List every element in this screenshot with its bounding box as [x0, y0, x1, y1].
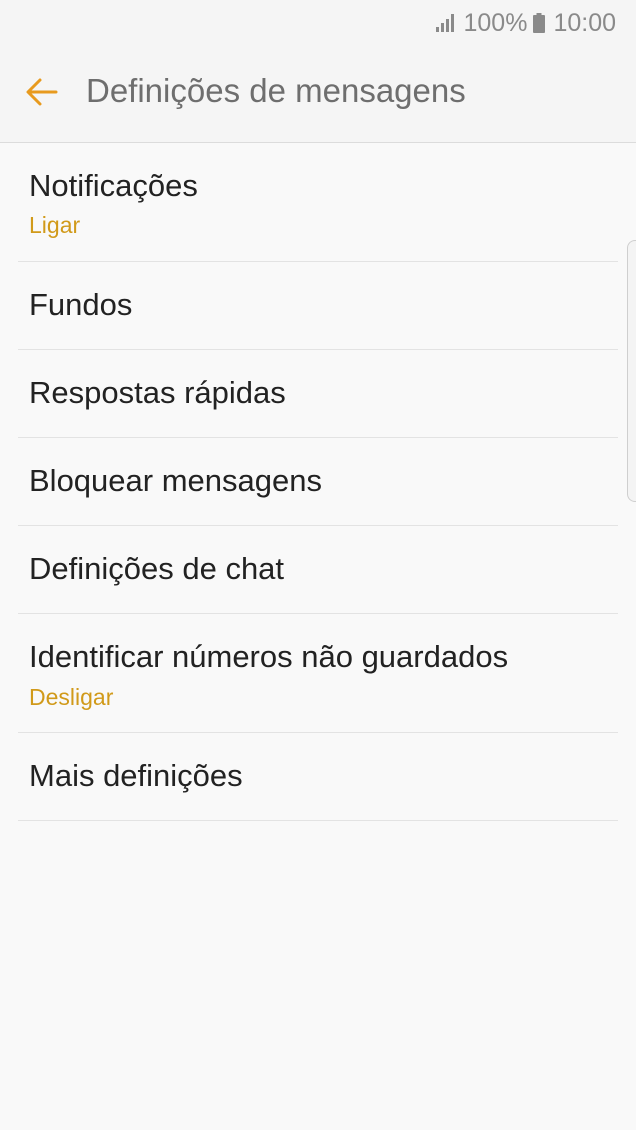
setting-status: Ligar: [29, 212, 81, 238]
arrow-left-icon: [26, 78, 58, 106]
setting-title: Fundos: [29, 287, 133, 322]
app-bar: Definições de mensagens: [0, 44, 636, 143]
setting-status: Desligar: [29, 684, 114, 710]
edge-panel-handle[interactable]: [627, 240, 636, 502]
status-indicators: 100% 10:00: [435, 8, 616, 38]
clock: 10:00: [553, 8, 616, 37]
setting-title: Bloquear mensagens: [29, 463, 322, 498]
status-bar: 100% 10:00: [0, 0, 636, 44]
setting-chat-settings[interactable]: Definições de chat: [18, 526, 618, 614]
setting-title: Definições de chat: [29, 551, 285, 586]
setting-title: Notificações: [29, 168, 198, 203]
back-button[interactable]: [24, 74, 60, 110]
setting-title: Respostas rápidas: [29, 375, 286, 410]
setting-identify-unsaved-numbers[interactable]: Identificar números não guardados Deslig…: [18, 614, 618, 733]
signal-icon: [436, 14, 455, 32]
settings-list: Notificações Ligar Fundos Respostas rápi…: [18, 143, 618, 821]
setting-backgrounds[interactable]: Fundos: [18, 262, 618, 350]
setting-title: Identificar números não guardados: [29, 639, 509, 674]
setting-more-settings[interactable]: Mais definições: [18, 733, 618, 821]
setting-notifications[interactable]: Notificações Ligar: [18, 143, 618, 262]
battery-icon: [533, 13, 546, 33]
setting-title: Mais definições: [29, 758, 243, 793]
setting-quick-responses[interactable]: Respostas rápidas: [18, 350, 618, 438]
page-title: Definições de mensagens: [86, 72, 466, 109]
setting-block-messages[interactable]: Bloquear mensagens: [18, 438, 618, 526]
battery-percent: 100%: [463, 8, 528, 37]
